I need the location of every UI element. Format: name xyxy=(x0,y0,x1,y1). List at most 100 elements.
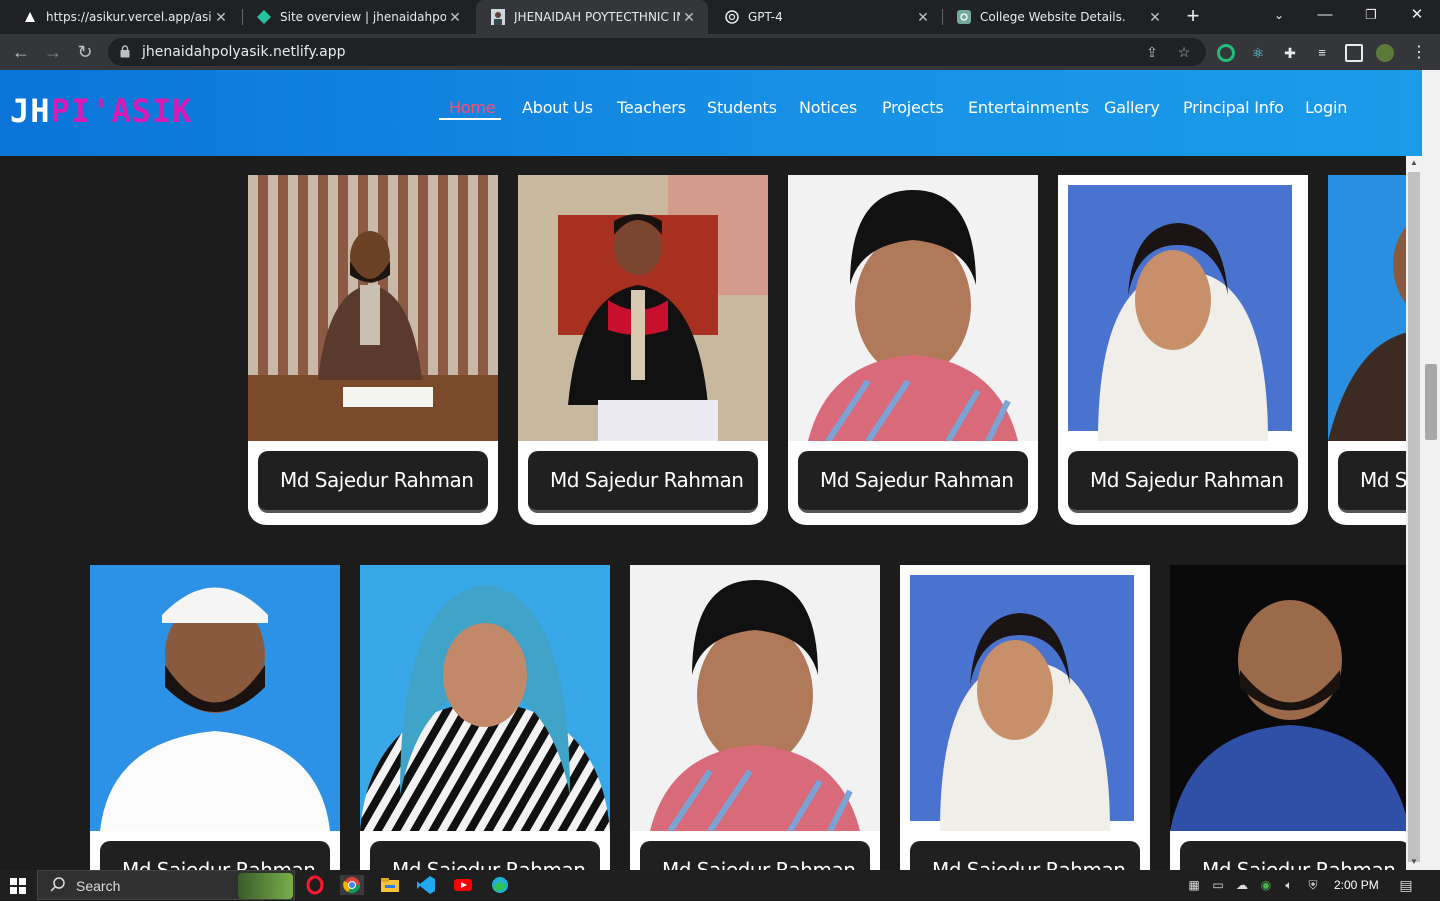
windows-start-icon[interactable] xyxy=(10,878,26,894)
close-tab-icon[interactable]: ✕ xyxy=(1146,9,1164,26)
nav-teachers[interactable]: Teachers xyxy=(617,98,686,117)
teacher-photo xyxy=(900,565,1150,831)
netlify-favicon-icon xyxy=(256,9,272,25)
scroll-up-arrow-icon[interactable]: ▲ xyxy=(1406,156,1422,170)
edge-icon[interactable] xyxy=(490,875,510,895)
search-placeholder: Search xyxy=(76,878,121,894)
tab-gpt4[interactable]: GPT-4 ✕ xyxy=(710,0,942,34)
opera-icon[interactable] xyxy=(305,875,325,895)
site-logo[interactable]: JHPI'ASIK xyxy=(10,92,192,130)
side-panel-icon[interactable] xyxy=(1345,44,1363,62)
tray-network-icon[interactable]: ▭ xyxy=(1210,877,1226,893)
tab-search-chevron-icon[interactable]: ⌄ xyxy=(1256,0,1302,34)
url-text: jhenaidahpolyasik.netlify.app xyxy=(142,44,346,60)
taskbar-search-box[interactable]: Search xyxy=(37,870,295,900)
nav-entertainments[interactable]: Entertainments xyxy=(968,98,1089,117)
teacher-name: Md Sajedur Rahman xyxy=(1068,451,1298,513)
teacher-photo xyxy=(518,175,768,441)
browser-menu-kebab-icon[interactable]: ⋮ xyxy=(1410,44,1428,62)
tab-asikur-vercel[interactable]: https://asikur.vercel.app/asikur/ ✕ xyxy=(8,0,240,34)
search-highlight-image xyxy=(238,873,293,899)
teacher-name: Md Sajedur Rahman xyxy=(640,841,870,870)
teacher-card[interactable]: Md Sajedur Rahman xyxy=(788,175,1038,525)
teacher-card[interactable]: Md Sajedur Rahman xyxy=(518,175,768,525)
teacher-photo xyxy=(630,565,880,831)
teacher-card[interactable]: Md Sajedur Rahman xyxy=(900,565,1150,870)
extensions-puzzle-icon[interactable]: ✚ xyxy=(1281,44,1299,62)
address-bar[interactable]: jhenaidahpolyasik.netlify.app ⇪ ☆ xyxy=(108,38,1206,66)
reading-list-icon[interactable]: ≡ xyxy=(1313,44,1331,62)
active-nav-underline xyxy=(439,118,501,120)
teacher-card[interactable]: Md Sajedur Rahman xyxy=(630,565,880,870)
tab-college-details[interactable]: College Website Details. ✕ xyxy=(942,0,1174,34)
volume-icon[interactable]: 🔈︎ xyxy=(1281,877,1297,893)
new-tab-button[interactable]: + xyxy=(1180,4,1206,30)
onedrive-cloud-icon[interactable]: ☁ xyxy=(1234,877,1250,893)
teacher-card[interactable]: Md Sajedur Rahman xyxy=(360,565,610,870)
teacher-card[interactable]: Md Sajedur Rahman xyxy=(1328,175,1406,525)
nav-about-us[interactable]: About Us xyxy=(522,98,593,117)
security-shield-icon[interactable]: ⛨ xyxy=(1305,877,1321,893)
teacher-name: Md Sajedur Rahman xyxy=(1338,451,1406,513)
tray-colorful-icon[interactable]: ◉ xyxy=(1258,877,1274,893)
windows-taskbar: Search ▦ ▭ ☁ ◉ 🔈︎ ⛨ 2:00 PM ▤ xyxy=(0,870,1440,900)
tab-jhenaidah-active[interactable]: JHENAIDAH POYTECTHNIC INSTITUTE ✕ xyxy=(476,0,708,34)
teacher-name: Md Sajedur Rahman xyxy=(100,841,330,870)
chrome-icon[interactable] xyxy=(340,875,364,895)
page-scrollbar-thumb[interactable] xyxy=(1425,364,1437,440)
nav-login[interactable]: Login xyxy=(1305,98,1347,117)
close-window-button[interactable]: ✕ xyxy=(1394,0,1440,34)
share-icon[interactable]: ⇪ xyxy=(1144,44,1160,60)
restore-button[interactable]: ❐ xyxy=(1348,0,1394,34)
teacher-name: Md Sajedur Rahman xyxy=(258,451,488,513)
close-tab-icon[interactable]: ✕ xyxy=(212,9,230,26)
teacher-card[interactable]: Md Sajedur Rahman xyxy=(90,565,340,870)
minimize-button[interactable]: — xyxy=(1302,0,1348,34)
scroll-down-arrow-icon[interactable]: ▼ xyxy=(1406,855,1422,869)
tray-app-icon[interactable]: ▦ xyxy=(1186,877,1202,893)
close-tab-icon[interactable]: ✕ xyxy=(680,9,698,26)
tab-title: JHENAIDAH POYTECTHNIC INSTITUTE xyxy=(514,10,680,24)
vercel-favicon-icon xyxy=(22,9,38,25)
site-header: JHPI'ASIK Home About Us Teachers Student… xyxy=(0,70,1422,156)
tab-title: Site overview | jhenaidahpolyasik xyxy=(280,10,446,24)
nav-principal-info[interactable]: Principal Info xyxy=(1183,98,1284,117)
page-scrollbar[interactable] xyxy=(1422,70,1440,870)
notification-center-icon[interactable]: ▤ xyxy=(1398,877,1414,893)
teacher-card[interactable]: Md Sajedur Rahman xyxy=(1170,565,1406,870)
vscode-icon[interactable] xyxy=(416,875,436,895)
teacher-name: Md Sajedur Rahman xyxy=(528,451,758,513)
nav-students[interactable]: Students xyxy=(707,98,777,117)
profile-avatar[interactable] xyxy=(1376,44,1394,62)
forward-arrow-icon[interactable]: → xyxy=(40,39,66,65)
teacher-photo xyxy=(1058,175,1308,441)
browser-tab-strip: https://asikur.vercel.app/asikur/ ✕ Site… xyxy=(0,0,1440,34)
reload-icon[interactable]: ↻ xyxy=(72,39,98,65)
content-scrollbar-thumb[interactable] xyxy=(1408,172,1420,862)
nav-home[interactable]: Home xyxy=(449,98,496,117)
file-explorer-icon[interactable] xyxy=(380,875,400,895)
tab-title: GPT-4 xyxy=(748,10,783,24)
teacher-name: Md Sajedur Rahman xyxy=(910,841,1140,870)
teacher-photo xyxy=(1170,565,1406,831)
browser-toolbar: ← → ↻ jhenaidahpolyasik.netlify.app ⇪ ☆ … xyxy=(0,34,1440,70)
react-devtools-icon[interactable]: ⚛ xyxy=(1249,44,1267,62)
nav-projects[interactable]: Projects xyxy=(882,98,944,117)
extension-grammarly-icon[interactable] xyxy=(1217,44,1235,62)
teacher-card[interactable]: Md Sajedur Rahman xyxy=(1058,175,1308,525)
bookmark-star-icon[interactable]: ☆ xyxy=(1176,44,1192,60)
tab-title: College Website Details. xyxy=(980,10,1126,24)
close-tab-icon[interactable]: ✕ xyxy=(446,9,464,26)
nav-gallery[interactable]: Gallery xyxy=(1104,98,1160,117)
teacher-photo xyxy=(360,565,610,831)
tab-netlify-overview[interactable]: Site overview | jhenaidahpolyasik ✕ xyxy=(242,0,474,34)
teacher-card[interactable]: Md Sajedur Rahman xyxy=(248,175,498,525)
nav-notices[interactable]: Notices xyxy=(799,98,857,117)
teacher-name: Md Sajedur Rahman xyxy=(370,841,600,870)
teacher-name: Md Sajedur Rahman xyxy=(798,451,1028,513)
teacher-photo xyxy=(1328,175,1406,441)
close-tab-icon[interactable]: ✕ xyxy=(914,9,932,26)
back-arrow-icon[interactable]: ← xyxy=(8,39,34,65)
youtube-icon[interactable] xyxy=(453,875,473,895)
taskbar-clock[interactable]: 2:00 PM xyxy=(1334,870,1379,900)
